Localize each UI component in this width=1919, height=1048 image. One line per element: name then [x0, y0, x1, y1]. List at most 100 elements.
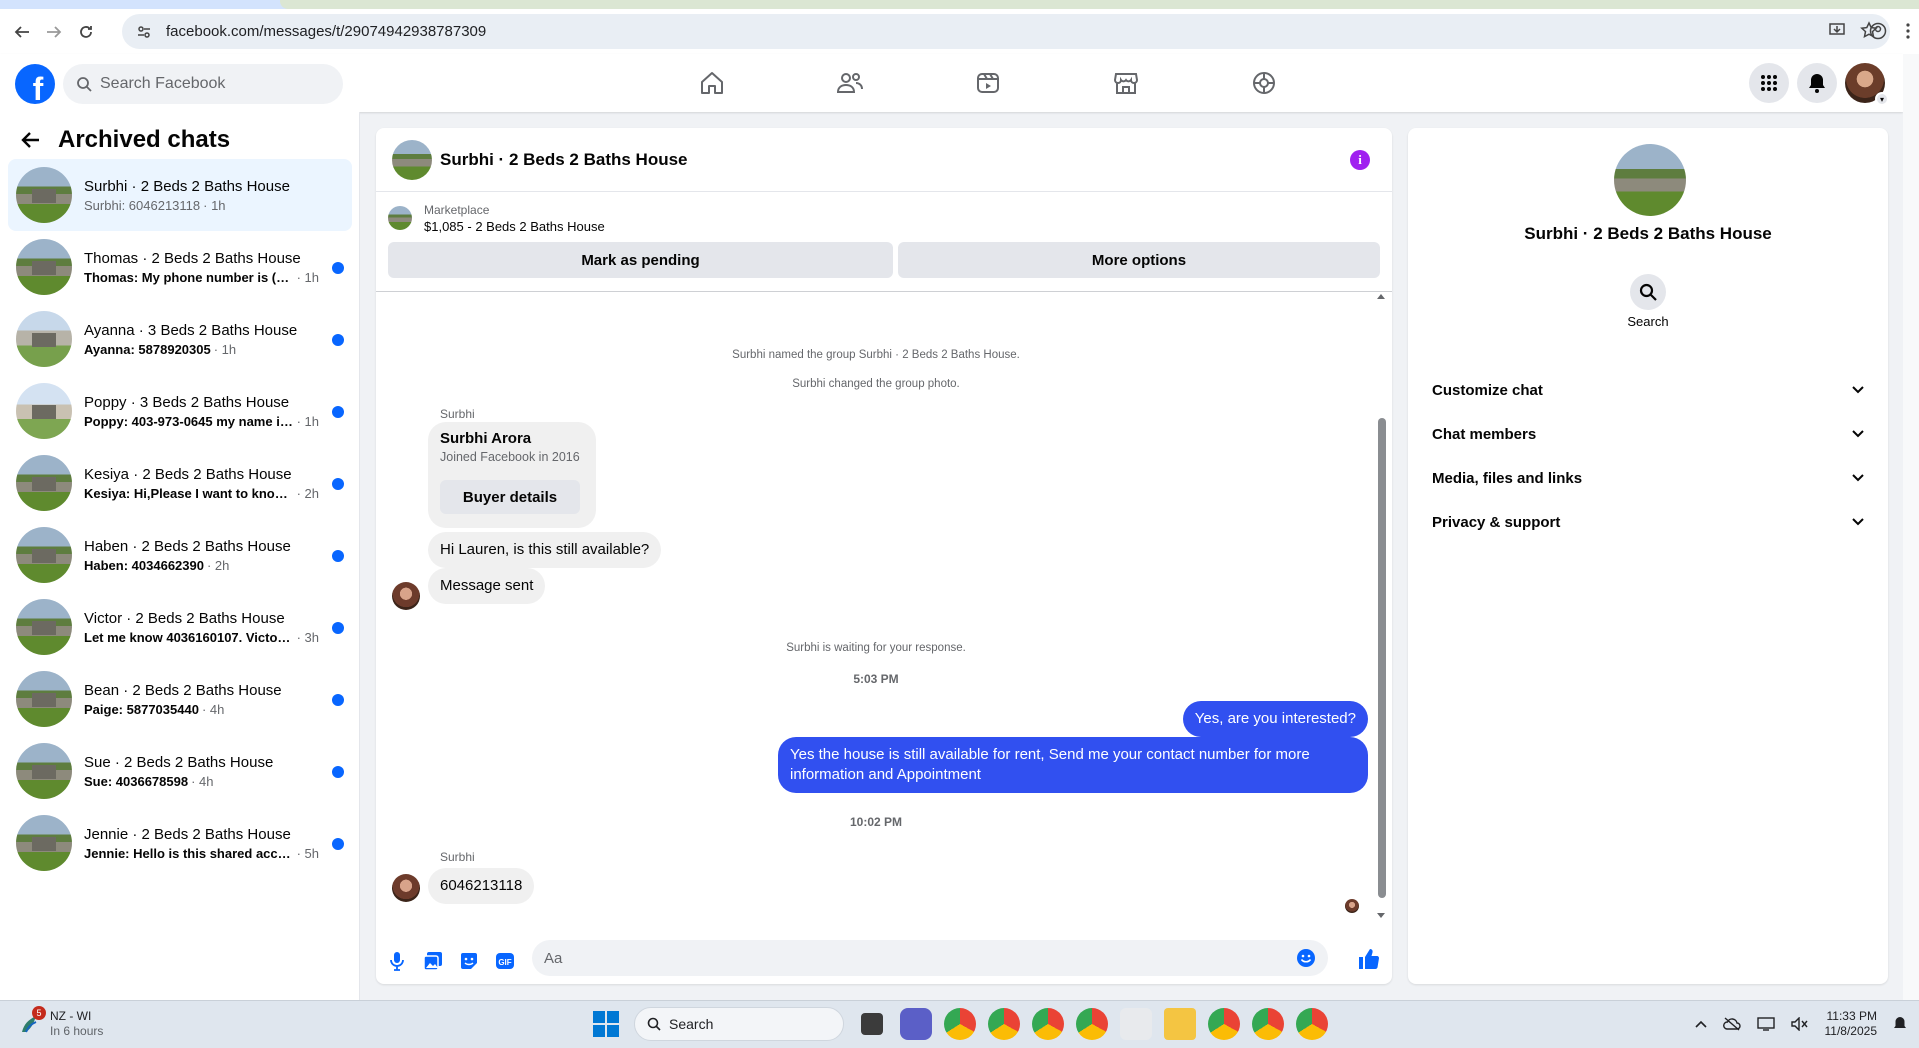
media-files-links-row[interactable]: Media, files and links: [1424, 458, 1872, 498]
weather-widget[interactable]: 5 NZ - WI In 6 hours: [18, 1006, 103, 1039]
notification-center-icon[interactable]: [1893, 1016, 1907, 1032]
more-options-button[interactable]: More options: [898, 242, 1380, 278]
listing-thumbnail[interactable]: [388, 206, 412, 230]
back-arrow-icon[interactable]: [20, 131, 40, 149]
chat-list-item[interactable]: Bean · 2 Beds 2 Baths House Paige: 587703…: [8, 663, 352, 735]
conversation-avatar[interactable]: [392, 139, 432, 180]
voice-clip-button[interactable]: [386, 950, 408, 972]
chrome-icon[interactable]: [944, 1008, 976, 1040]
chat-list-item[interactable]: Ayanna · 3 Beds 2 Baths House Ayanna: 587…: [8, 303, 352, 375]
facebook-search[interactable]: [63, 64, 343, 104]
start-button[interactable]: [590, 1008, 622, 1040]
menu-kebab-icon[interactable]: [1905, 22, 1911, 40]
buyer-details-button[interactable]: Buyer details: [440, 480, 580, 514]
chrome-icon[interactable]: [1032, 1008, 1064, 1040]
unread-dot: [332, 262, 344, 274]
home-icon: [701, 72, 723, 94]
chat-list-item[interactable]: Thomas · 2 Beds 2 Baths House Thomas: My …: [8, 231, 352, 303]
account-avatar[interactable]: ▾: [1845, 63, 1889, 106]
mark-as-pending-button[interactable]: Mark as pending: [388, 242, 893, 278]
windows-taskbar: 5 NZ - WI In 6 hours Search 11:33 PM 11/8/…: [0, 1000, 1919, 1048]
timestamp: 5:03 PM: [853, 672, 899, 686]
message-input-box[interactable]: [532, 940, 1328, 976]
chat-list-item[interactable]: Victor · 2 Beds 2 Baths House Let me know…: [8, 591, 352, 663]
chat-list-item[interactable]: Sue · 2 Beds 2 Baths House Sue: 403667859…: [8, 735, 352, 807]
chevron-up-icon[interactable]: [1694, 1020, 1707, 1028]
chrome-icon[interactable]: [988, 1008, 1020, 1040]
sender-avatar[interactable]: [392, 582, 420, 610]
chat-list-item[interactable]: Poppy · 3 Beds 2 Baths House Poppy: 403-9…: [8, 375, 352, 447]
outgoing-message[interactable]: Yes the house is still available for ren…: [778, 737, 1368, 793]
nav-home[interactable]: [643, 54, 781, 112]
forward-button[interactable]: [38, 16, 70, 48]
privacy-support-row[interactable]: Privacy & support: [1424, 502, 1872, 542]
volume-muted-icon[interactable]: [1790, 1017, 1809, 1031]
chrome-icon[interactable]: [1208, 1008, 1240, 1040]
search-icon: [77, 77, 92, 92]
cloud-offline-icon[interactable]: [1722, 1017, 1741, 1031]
listing-title[interactable]: $1,085 - 2 Beds 2 Baths House: [424, 219, 605, 234]
file-explorer-icon[interactable]: [1164, 1008, 1196, 1040]
sender-avatar[interactable]: [392, 874, 420, 902]
chrome-icon[interactable]: [1296, 1008, 1328, 1040]
site-info-icon[interactable]: [136, 24, 152, 40]
info-icon[interactable]: i: [1350, 150, 1370, 170]
group-avatar[interactable]: [1614, 144, 1686, 216]
profile-icon[interactable]: [1869, 22, 1887, 40]
taskbar-search[interactable]: Search: [634, 1007, 844, 1041]
chrome-icon[interactable]: [1076, 1008, 1108, 1040]
nav-video[interactable]: [919, 54, 1057, 112]
incoming-message[interactable]: Hi Lauren, is this still available?: [428, 532, 662, 568]
unread-dot: [332, 334, 344, 346]
menu-button[interactable]: [1749, 63, 1789, 103]
chat-preview: Surbhi: 6046213118: [84, 197, 201, 213]
teams-icon[interactable]: [900, 1008, 932, 1040]
active-tab[interactable]: [280, 0, 1919, 9]
page-scrollbar[interactable]: [1903, 54, 1919, 1000]
task-view-icon[interactable]: [861, 1013, 883, 1035]
snipping-tool-icon[interactable]: [1120, 1008, 1152, 1040]
chat-list-item[interactable]: Surbhi · 2 Beds 2 Baths House Surbhi: 604…: [8, 159, 352, 231]
marketplace-banner: Marketplace $1,085 - 2 Beds 2 Baths Hous…: [376, 192, 1392, 292]
scroll-down-icon[interactable]: [1376, 912, 1386, 920]
chat-list-item[interactable]: Jennie · 2 Beds 2 Baths House Jennie: Hel…: [8, 807, 352, 879]
scroll-up-icon[interactable]: [1376, 292, 1386, 300]
outgoing-message[interactable]: Yes, are you interested?: [1182, 701, 1368, 737]
emoji-icon[interactable]: [1296, 948, 1316, 968]
display-icon[interactable]: [1756, 1017, 1775, 1031]
chrome-icon[interactable]: [1252, 1008, 1284, 1040]
nav-friends[interactable]: [781, 54, 919, 112]
gif-icon: GIF: [496, 953, 514, 969]
chat-list-item[interactable]: Haben · 2 Beds 2 Baths House Haben: 40346…: [8, 519, 352, 591]
chat-list-item[interactable]: Kesiya · 2 Beds 2 Baths House Kesiya: Hi,…: [8, 447, 352, 519]
message-scrollbar[interactable]: [1378, 418, 1386, 898]
url-text[interactable]: facebook.com/messages/t/2907494293878730…: [166, 23, 486, 40]
sticker-button[interactable]: [458, 950, 480, 972]
system-tray: 11:33 PM 11/8/2025: [1694, 1009, 1908, 1039]
incoming-message[interactable]: 6046213118: [428, 868, 535, 904]
facebook-search-input[interactable]: [100, 75, 320, 93]
clock-time: 11:33 PM: [1826, 1009, 1877, 1023]
gif-button[interactable]: GIF: [494, 950, 516, 972]
weather-badge: 5: [32, 1006, 46, 1020]
section-label: Privacy & support: [1432, 513, 1561, 531]
search-in-conversation-button[interactable]: [1630, 274, 1666, 310]
conversation-title[interactable]: Surbhi · 2 Beds 2 Baths House: [440, 150, 688, 170]
customize-chat-row[interactable]: Customize chat: [1424, 370, 1872, 410]
install-icon[interactable]: [1828, 21, 1846, 39]
facebook-logo[interactable]: f: [15, 64, 55, 104]
clock[interactable]: 11:33 PM 11/8/2025: [1825, 1009, 1878, 1039]
back-button[interactable]: [6, 16, 38, 48]
message-input[interactable]: [544, 949, 1284, 967]
chat-members-row[interactable]: Chat members: [1424, 414, 1872, 454]
nav-marketplace[interactable]: [1057, 54, 1195, 112]
reload-button[interactable]: [70, 16, 102, 48]
like-button[interactable]: [1358, 948, 1380, 970]
notifications-button[interactable]: [1797, 63, 1837, 103]
attach-media-button[interactable]: [422, 950, 444, 972]
incoming-message[interactable]: Message sent: [428, 568, 546, 604]
address-bar[interactable]: facebook.com/messages/t/2907494293878730…: [122, 14, 1890, 49]
chat-preview: Sue: 4036678598: [84, 773, 189, 789]
nav-gaming[interactable]: [1195, 54, 1333, 112]
message-thread: Surbhi named the group Surbhi · 2 Beds 2…: [376, 292, 1392, 920]
